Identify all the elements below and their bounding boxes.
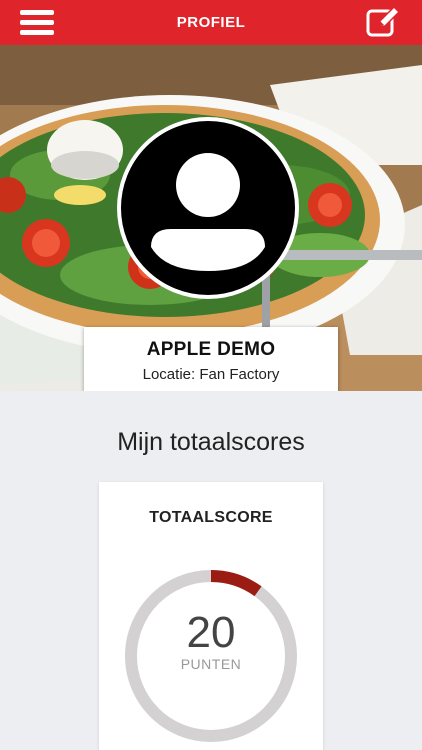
total-score-card: TOTAALSCORE 20 PUNTEN bbox=[99, 482, 323, 750]
score-unit: PUNTEN bbox=[180, 656, 242, 672]
section-title-scores: Mijn totaalscores bbox=[117, 428, 305, 456]
total-score-label: TOTAALSCORE bbox=[149, 509, 273, 526]
score-value: 20 bbox=[186, 608, 236, 657]
avatar[interactable] bbox=[117, 117, 299, 299]
profile-cover-photo: APPLE DEMO Locatie: Fan Factory bbox=[0, 45, 422, 391]
page-title: PROFIEL bbox=[176, 14, 246, 31]
edit-profile-icon[interactable] bbox=[366, 5, 401, 39]
user-placeholder-icon bbox=[151, 153, 265, 271]
profile-name: APPLE DEMO bbox=[146, 339, 276, 360]
profile-location: Locatie: Fan Factory bbox=[142, 366, 280, 383]
top-navigation-bar: PROFIEL bbox=[0, 0, 422, 45]
profile-name-card: APPLE DEMO Locatie: Fan Factory bbox=[84, 327, 338, 391]
hamburger-menu-icon[interactable] bbox=[20, 10, 54, 36]
